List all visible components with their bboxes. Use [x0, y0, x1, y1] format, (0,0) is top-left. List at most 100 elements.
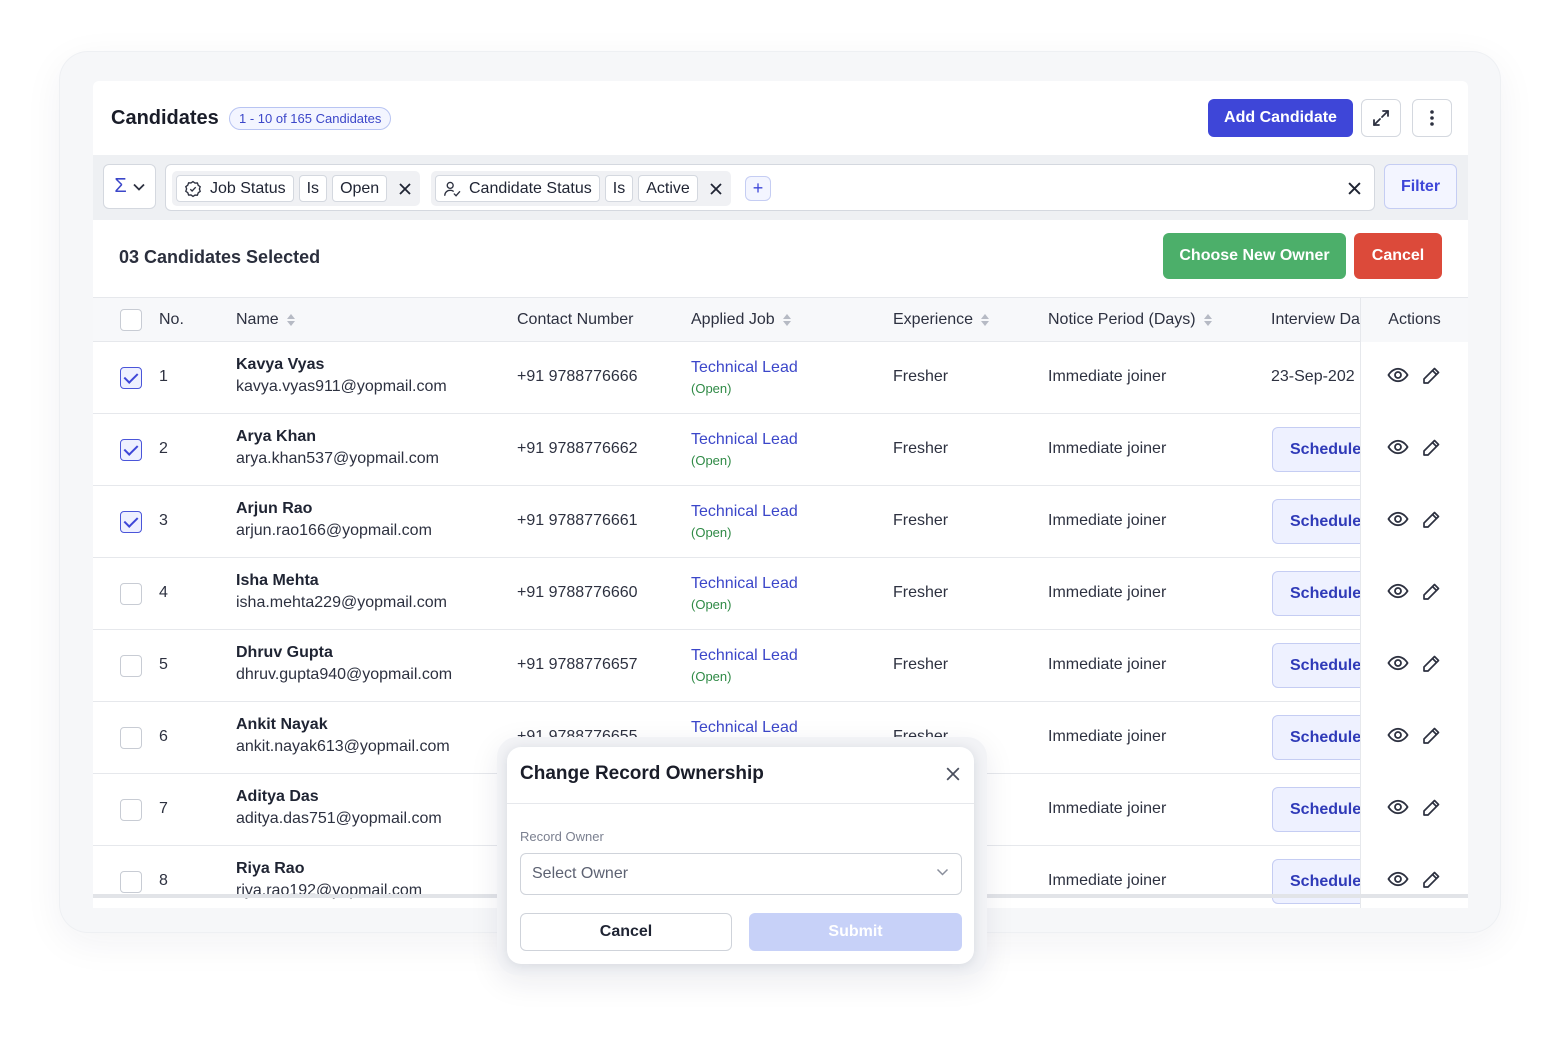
row-checkbox[interactable]	[120, 727, 142, 749]
candidate-name[interactable]: Arya Khan	[236, 428, 316, 446]
row-checkbox[interactable]	[120, 511, 142, 533]
sort-icon[interactable]	[782, 314, 791, 326]
more-options-button[interactable]	[1412, 99, 1452, 137]
eye-icon[interactable]	[1387, 799, 1409, 820]
applied-job-link[interactable]: Technical Lead	[691, 647, 798, 665]
table-row[interactable]: 5 Dhruv Gupta dhruv.gupta940@yopmail.com +9…	[93, 630, 1468, 702]
eye-icon[interactable]	[1387, 367, 1409, 388]
chip-operator[interactable]: Is	[604, 175, 634, 202]
chip-field-label: Job Status	[210, 180, 286, 197]
applied-job-link[interactable]: Technical Lead	[691, 575, 798, 593]
applied-job-link[interactable]: Technical Lead	[691, 431, 798, 449]
row-checkbox[interactable]	[120, 439, 142, 461]
schedule-button[interactable]: Schedule	[1272, 427, 1372, 472]
change-ownership-dialog: Change Record Ownership Record Owner Sel…	[507, 747, 974, 964]
pencil-icon[interactable]	[1421, 798, 1441, 823]
filter-chip-candidate-status[interactable]: Candidate Status Is Active	[431, 171, 731, 206]
experience: Fresher	[893, 656, 949, 673]
eye-icon[interactable]	[1387, 727, 1409, 748]
remove-chip-button[interactable]	[705, 178, 727, 200]
owner-select[interactable]: Select Owner	[520, 853, 962, 895]
filter-bar: Σ Job Status Is Open Candidate Status Is…	[93, 155, 1468, 220]
chip-field[interactable]: Job Status	[176, 175, 294, 202]
row-checkbox[interactable]	[120, 583, 142, 605]
row-actions	[1361, 342, 1468, 414]
chip-operator[interactable]: Is	[298, 175, 328, 202]
table-row[interactable]: 2 Arya Khan arya.khan537@yopmail.com +91 97…	[93, 414, 1468, 486]
close-icon	[710, 182, 722, 195]
schedule-button[interactable]: Schedule	[1272, 643, 1372, 688]
column-header-experience[interactable]: Experience	[893, 298, 990, 342]
choose-new-owner-button[interactable]: Choose New Owner	[1163, 233, 1346, 279]
job-status: (Open)	[691, 453, 732, 468]
applied-job-link[interactable]: Technical Lead	[691, 503, 798, 521]
pencil-icon[interactable]	[1421, 582, 1441, 607]
row-checkbox[interactable]	[120, 367, 142, 389]
pencil-icon[interactable]	[1421, 438, 1441, 463]
add-filter-button[interactable]: +	[745, 176, 771, 201]
chip-value[interactable]: Open	[332, 175, 388, 202]
table-header: No. Name Contact Number Applied Job Expe…	[93, 297, 1468, 342]
candidate-name[interactable]: Arjun Rao	[236, 500, 312, 518]
eye-icon[interactable]	[1387, 511, 1409, 532]
row-checkbox[interactable]	[120, 871, 142, 893]
experience: Fresher	[893, 440, 949, 457]
row-number: 3	[159, 512, 168, 529]
row-checkbox[interactable]	[120, 799, 142, 821]
table-row[interactable]: 1 Kavya Vyas kavya.vyas911@yopmail.com +91 …	[93, 342, 1468, 414]
notice-period: Immediate joiner	[1048, 440, 1167, 457]
schedule-button[interactable]: Schedule	[1272, 499, 1372, 544]
dialog-submit-button[interactable]: Submit	[749, 913, 962, 951]
candidate-name[interactable]: Riya Rao	[236, 860, 304, 878]
chip-field[interactable]: Candidate Status	[435, 175, 600, 202]
column-header-notice-period[interactable]: Notice Period (Days)	[1048, 298, 1212, 342]
remove-chip-button[interactable]	[394, 178, 416, 200]
sort-icon[interactable]	[286, 314, 295, 326]
notice-period: Immediate joiner	[1048, 368, 1167, 385]
column-header-applied-job[interactable]: Applied Job	[691, 298, 791, 342]
pencil-icon[interactable]	[1421, 366, 1441, 391]
table-row[interactable]: 4 Isha Mehta isha.mehta229@yopmail.com +91 …	[93, 558, 1468, 630]
candidate-name[interactable]: Aditya Das	[236, 788, 319, 806]
pencil-icon[interactable]	[1421, 726, 1441, 751]
eye-icon[interactable]	[1387, 655, 1409, 676]
column-header-name[interactable]: Name	[236, 298, 295, 342]
pencil-icon[interactable]	[1421, 870, 1441, 895]
filter-button[interactable]: Filter	[1384, 164, 1457, 209]
candidate-name[interactable]: Dhruv Gupta	[236, 644, 333, 662]
add-candidate-button[interactable]: Add Candidate	[1208, 99, 1353, 137]
sigma-icon: Σ	[114, 175, 127, 197]
pencil-icon[interactable]	[1421, 654, 1441, 679]
candidate-name[interactable]: Isha Mehta	[236, 572, 319, 590]
schedule-button[interactable]: Schedule	[1272, 715, 1372, 760]
dialog-close-button[interactable]	[942, 763, 964, 785]
page-header: Candidates 1 - 10 of 165 Candidates Add …	[93, 81, 1468, 155]
dialog-cancel-button[interactable]: Cancel	[520, 913, 732, 951]
expand-icon	[1373, 110, 1389, 126]
schedule-button[interactable]: Schedule	[1272, 571, 1372, 616]
clear-filters-button[interactable]	[1344, 178, 1364, 198]
filter-chip-job-status[interactable]: Job Status Is Open	[172, 171, 421, 206]
notice-period: Immediate joiner	[1048, 728, 1167, 745]
chip-value[interactable]: Active	[638, 175, 698, 202]
sort-icon[interactable]	[981, 314, 990, 326]
aggregate-dropdown[interactable]: Σ	[103, 164, 156, 209]
eye-icon[interactable]	[1387, 439, 1409, 460]
expand-button[interactable]	[1361, 99, 1401, 137]
applied-job-link[interactable]: Technical Lead	[691, 359, 798, 377]
row-checkbox[interactable]	[120, 655, 142, 677]
eye-icon[interactable]	[1387, 871, 1409, 892]
contact-number: +91 9788776660	[517, 584, 638, 601]
schedule-button[interactable]: Schedule	[1272, 787, 1372, 832]
pencil-icon[interactable]	[1421, 510, 1441, 535]
filter-input-box[interactable]: Job Status Is Open Candidate Status Is A…	[165, 164, 1375, 211]
eye-icon[interactable]	[1387, 583, 1409, 604]
candidate-name[interactable]: Kavya Vyas	[236, 356, 324, 374]
cancel-selection-button[interactable]: Cancel	[1354, 233, 1442, 279]
select-all-checkbox[interactable]	[120, 309, 142, 331]
candidate-name[interactable]: Ankit Nayak	[236, 716, 328, 734]
applied-job-link[interactable]: Technical Lead	[691, 719, 798, 737]
notice-period: Immediate joiner	[1048, 872, 1167, 889]
table-row[interactable]: 3 Arjun Rao arjun.rao166@yopmail.com +91 97…	[93, 486, 1468, 558]
sort-icon[interactable]	[1203, 314, 1212, 326]
